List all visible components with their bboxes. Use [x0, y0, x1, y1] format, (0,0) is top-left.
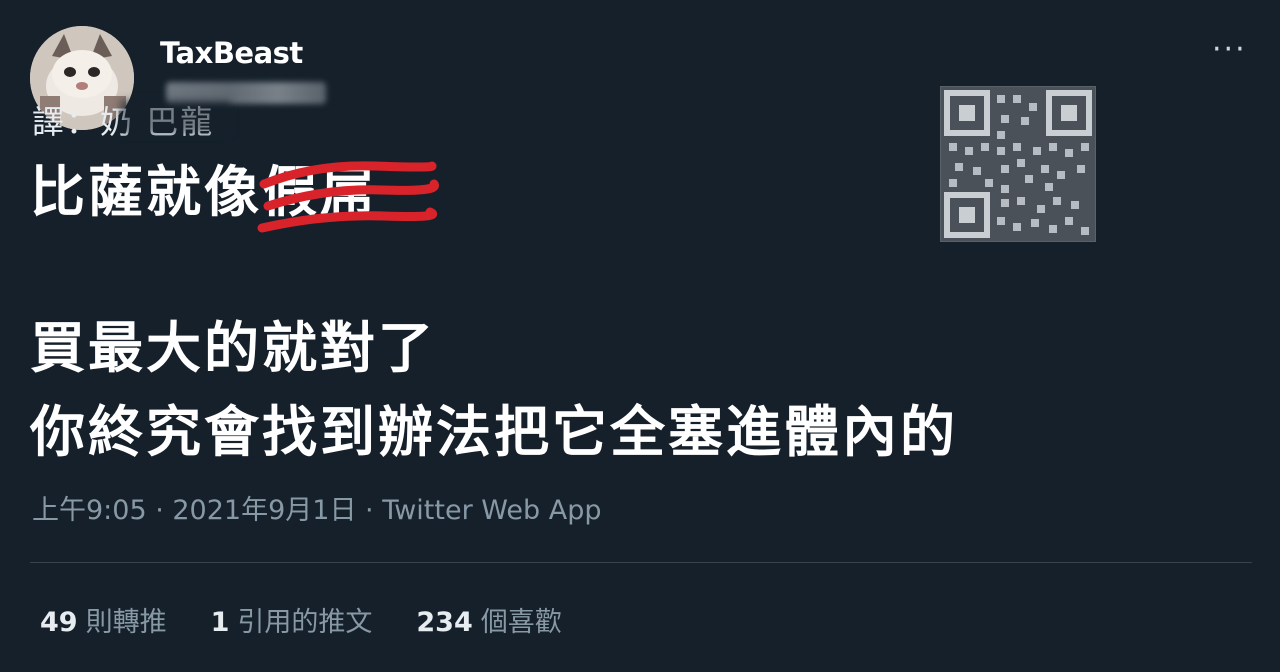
- tweet-line-1-text: 比薩就像: [30, 160, 263, 224]
- engagement-stats: 49 則轉推 1 引用的推文 234 個喜歡: [40, 600, 562, 639]
- retweets-label: 則轉推: [85, 607, 167, 638]
- likes-stat[interactable]: 234 個喜歡: [416, 600, 561, 639]
- retweets-stat[interactable]: 49 則轉推: [40, 600, 167, 639]
- username[interactable]: TaxBeast: [160, 36, 303, 70]
- tweet-line-1: 比薩就像假屌: [30, 160, 440, 233]
- qr-code-icon: [940, 86, 1096, 242]
- divider: [30, 562, 1252, 563]
- struck-word: 假屌: [257, 160, 440, 233]
- retweets-count: 49: [40, 607, 78, 638]
- quotes-count: 1: [210, 607, 230, 638]
- more-options-icon[interactable]: ···: [1212, 35, 1247, 65]
- strike-scribble: [257, 161, 440, 233]
- likes-label: 個喜歡: [480, 607, 562, 638]
- quotes-label: 引用的推文: [237, 607, 373, 638]
- tweet-line-2: 買最大的就對了: [30, 316, 437, 380]
- tweet-line-3: 你終究會找到辦法把它全塞進體內的: [30, 400, 959, 464]
- likes-count: 234: [416, 607, 473, 638]
- translator-label: 譯：: [32, 103, 101, 141]
- tweet-metadata[interactable]: 上午9:05 · 2021年9月1日 · Twitter Web App: [32, 488, 601, 527]
- quotes-stat[interactable]: 1 引用的推文: [211, 600, 373, 639]
- translator-blur: [120, 100, 230, 134]
